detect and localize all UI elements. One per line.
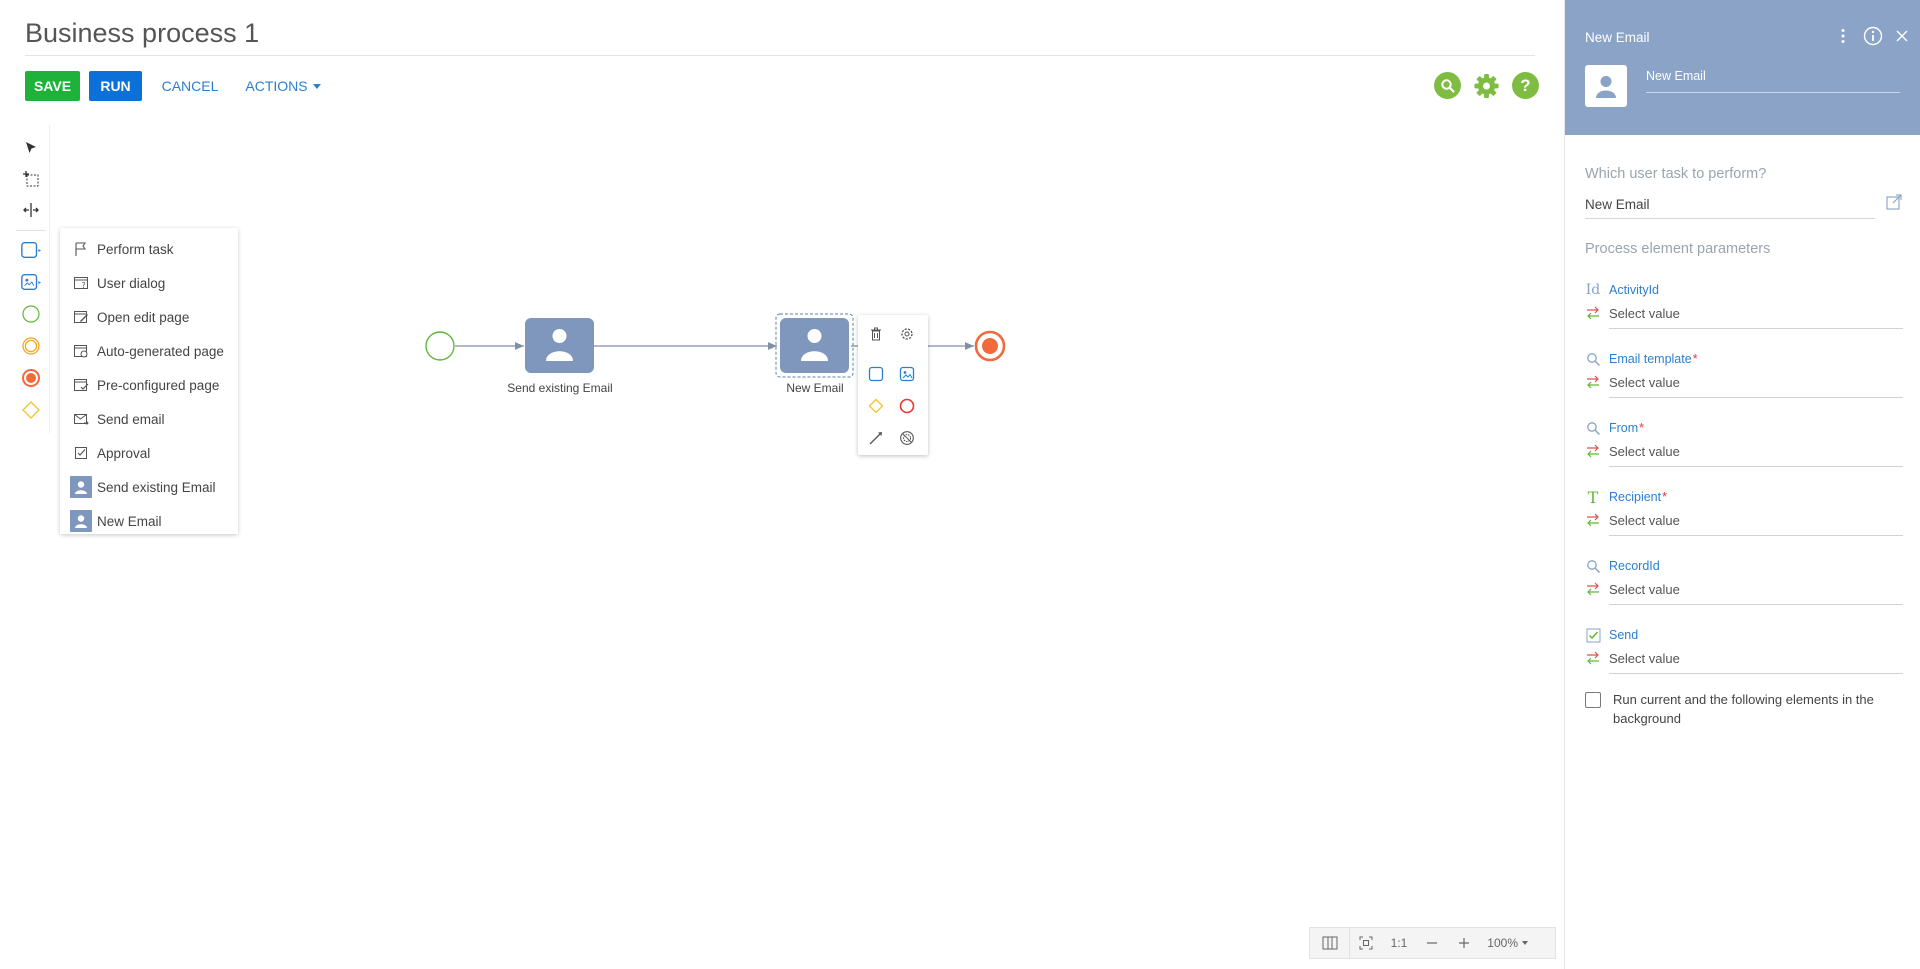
mapping-arrows-icon	[1585, 513, 1601, 527]
user-task-question: Which user task to perform?	[1585, 166, 1767, 182]
param-send: Send Select value	[1585, 627, 1903, 685]
change-type-icon[interactable]	[896, 427, 918, 449]
lookup-icon	[1585, 420, 1601, 436]
param-value-select[interactable]: Select value	[1609, 375, 1903, 398]
run-in-background-label: Run current and the following elements i…	[1613, 692, 1874, 726]
param-name: Recipient*	[1609, 490, 1667, 504]
checkbox-icon	[1585, 627, 1601, 643]
zoom-level-value: 100%	[1487, 936, 1518, 950]
toggle-panels-icon[interactable]	[1310, 928, 1350, 958]
param-value-select[interactable]: Select value	[1609, 444, 1903, 467]
param-email-template: Email template* Select value	[1585, 351, 1903, 409]
delete-icon[interactable]	[865, 323, 887, 345]
param-value-select[interactable]: Select value	[1609, 306, 1903, 329]
element-avatar	[1585, 65, 1627, 107]
mapping-arrows-icon	[1585, 306, 1601, 320]
actual-size-button[interactable]: 1:1	[1382, 928, 1416, 958]
more-options-icon[interactable]	[1833, 26, 1853, 46]
append-task-icon[interactable]	[865, 363, 887, 385]
lookup-icon	[1585, 558, 1601, 574]
mapping-arrows-icon	[1585, 375, 1601, 389]
panel-title: New Email	[1585, 30, 1650, 45]
zoom-in-icon[interactable]	[1448, 928, 1480, 958]
id-icon: Id	[1585, 282, 1601, 298]
element-name-field[interactable]: New Email	[1646, 69, 1900, 93]
param-recordid: RecordId Select value	[1585, 558, 1903, 616]
param-name: RecordId	[1609, 559, 1660, 573]
param-name: Send	[1609, 628, 1639, 642]
info-icon[interactable]	[1863, 26, 1883, 46]
parameters-section-title: Process element parameters	[1585, 241, 1771, 257]
user-task-field[interactable]: New Email	[1585, 197, 1875, 219]
open-external-icon[interactable]	[1885, 193, 1903, 211]
param-name: Email template*	[1609, 352, 1698, 366]
mapping-arrows-icon	[1585, 651, 1601, 665]
settings-icon[interactable]	[896, 323, 918, 345]
mapping-arrows-icon	[1585, 444, 1601, 458]
lookup-icon	[1585, 351, 1601, 367]
zoom-toolbar: 1:1 100%	[1309, 927, 1556, 959]
append-gateway-icon[interactable]	[865, 395, 887, 417]
append-user-task-icon[interactable]	[896, 363, 918, 385]
process-diagram-canvas	[425, 313, 1006, 378]
chevron-down-icon	[1522, 941, 1528, 945]
param-recipient: T Recipient* Select value	[1585, 487, 1903, 547]
fit-screen-icon[interactable]	[1350, 928, 1382, 958]
param-from: From* Select value	[1585, 420, 1903, 478]
task-new-email[interactable]	[775, 313, 854, 378]
param-value-select[interactable]: Select value	[1609, 582, 1903, 605]
param-value-select[interactable]: Select value	[1609, 651, 1903, 674]
mapping-arrows-icon	[1585, 582, 1601, 596]
element-context-menu	[858, 315, 928, 455]
param-name: From*	[1609, 421, 1645, 435]
param-activityid: Id ActivityId Select value	[1585, 282, 1903, 340]
task-send-existing-email[interactable]	[525, 318, 594, 373]
param-value-select[interactable]: Select value	[1609, 513, 1903, 536]
panel-header: New Email New Email	[1565, 0, 1920, 135]
connect-flow-icon[interactable]	[865, 427, 887, 449]
element-properties-panel: New Email New Email Which user task to p…	[1564, 0, 1920, 969]
task-label: New Email	[786, 381, 844, 395]
text-icon: T	[1587, 487, 1599, 507]
run-in-background-checkbox[interactable]	[1585, 692, 1601, 708]
end-event[interactable]	[974, 330, 1006, 362]
append-end-event-icon[interactable]	[896, 395, 918, 417]
zoom-level-select[interactable]: 100%	[1480, 928, 1536, 958]
zoom-out-icon[interactable]	[1416, 928, 1448, 958]
close-icon[interactable]	[1892, 26, 1912, 46]
task-label: Send existing Email	[507, 381, 613, 395]
param-name: ActivityId	[1609, 283, 1660, 297]
start-event[interactable]	[425, 331, 455, 361]
